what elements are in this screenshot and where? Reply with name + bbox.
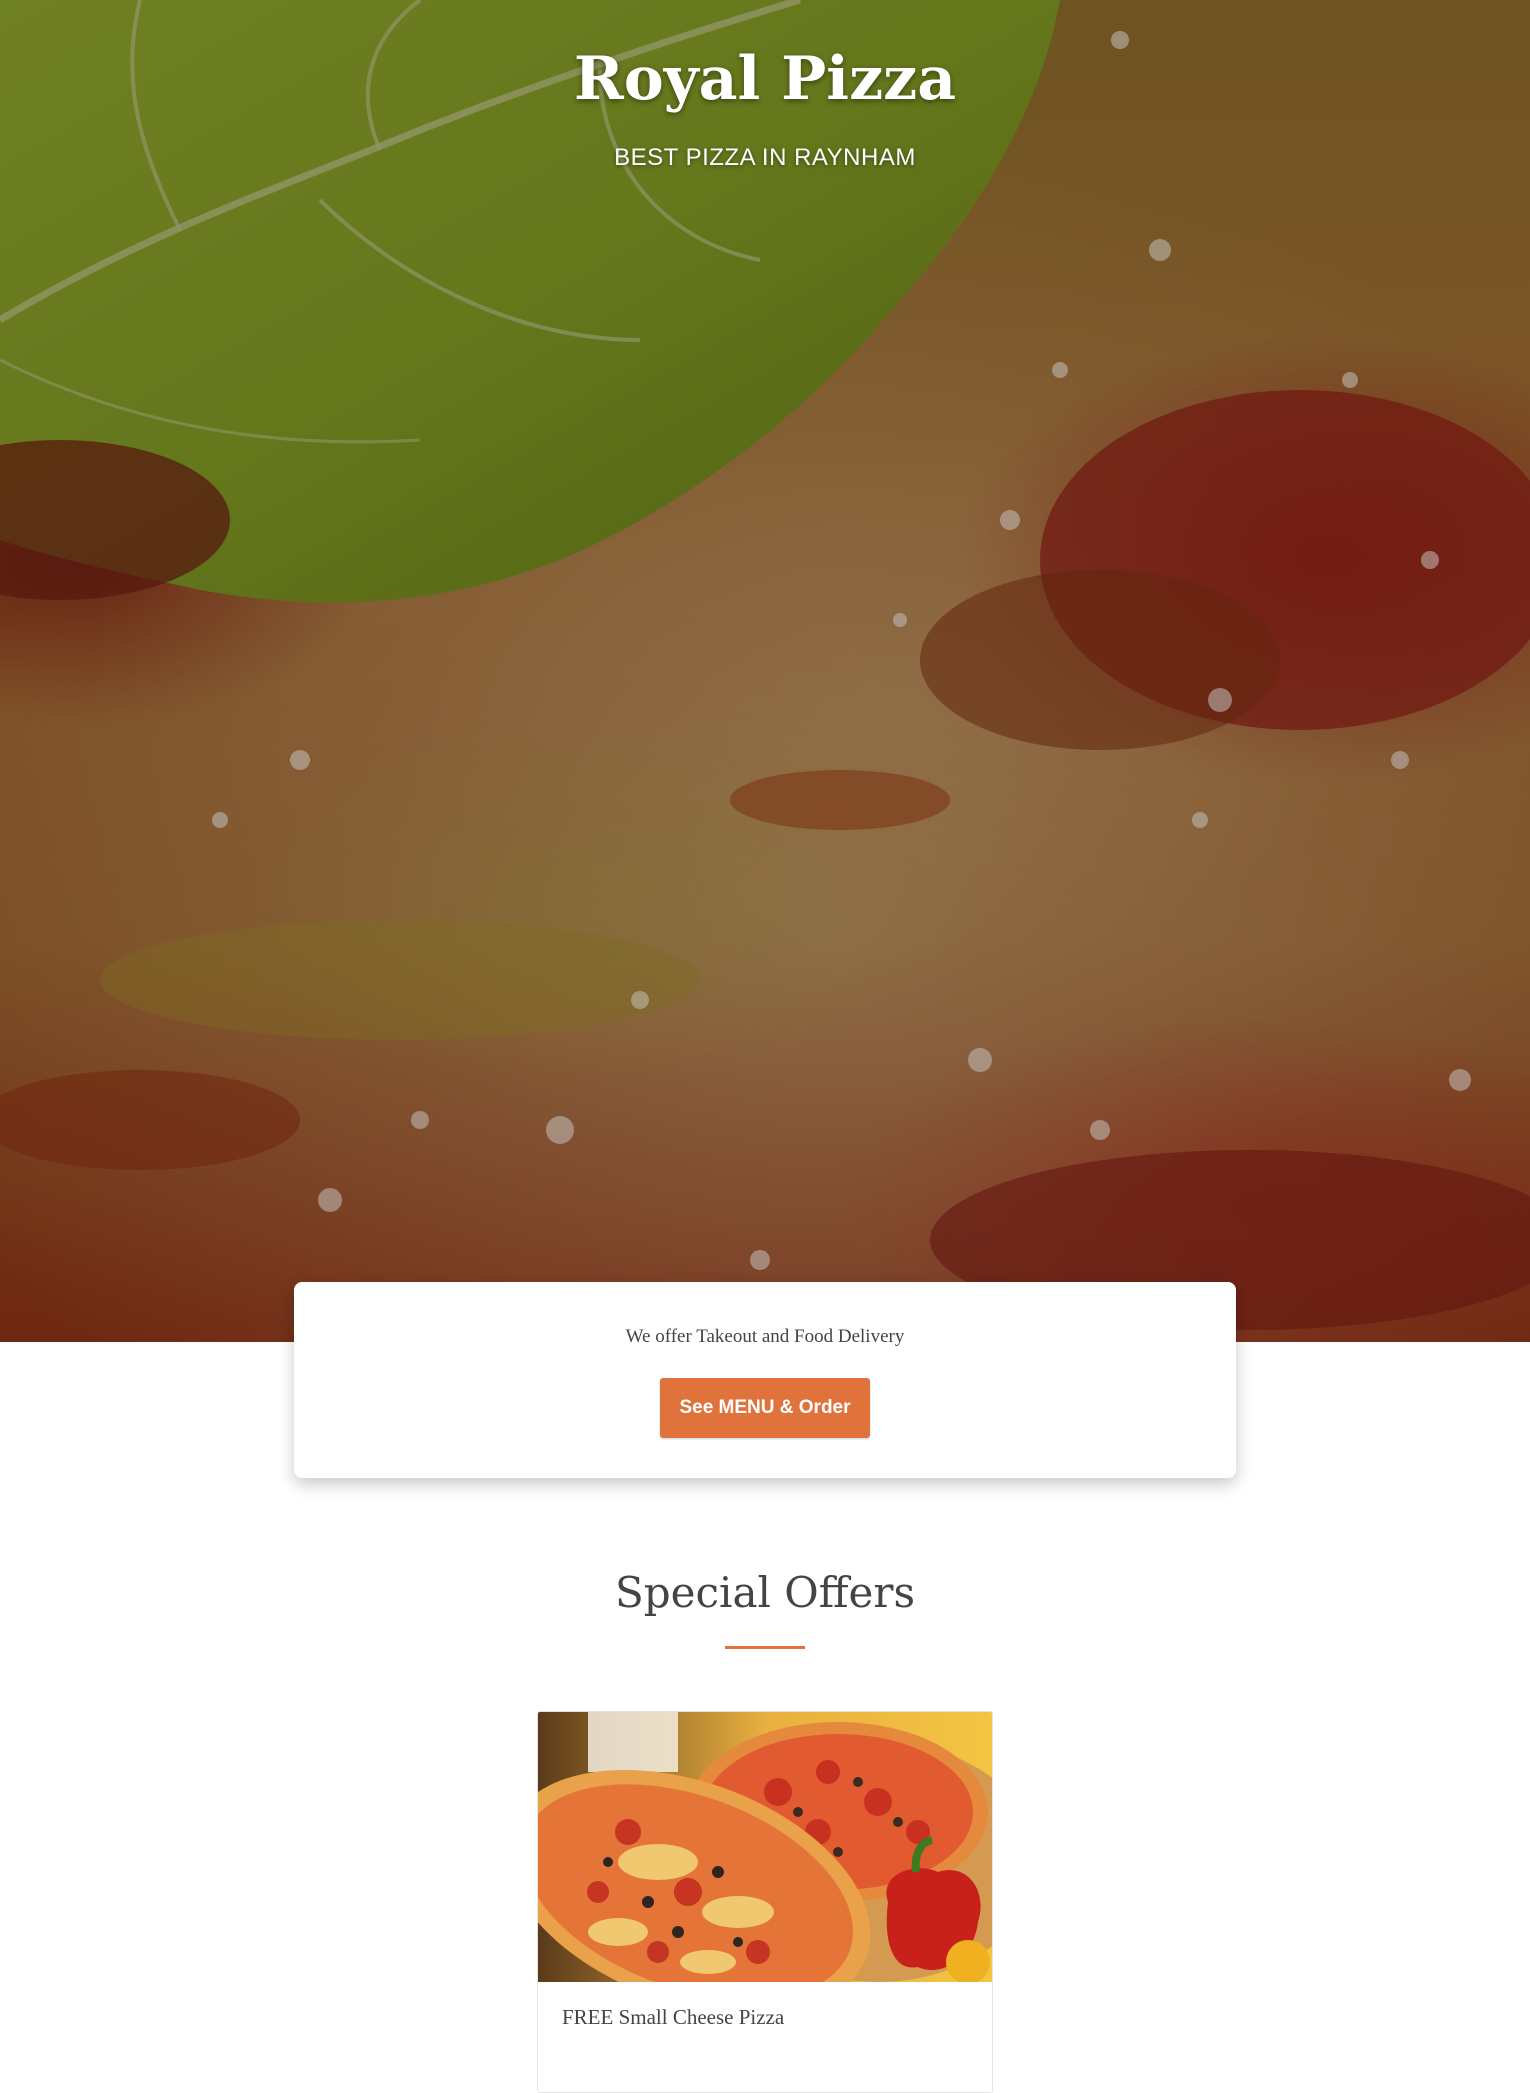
hero-section: Royal Pizza BEST PIZZA IN RAYNHAM bbox=[0, 0, 1530, 1342]
section-divider bbox=[725, 1646, 805, 1649]
offer-card[interactable]: FREE Small Cheese Pizza bbox=[537, 1711, 993, 2093]
see-menu-order-button[interactable]: See MENU & Order bbox=[660, 1378, 870, 1438]
pizza-offer-image bbox=[538, 1712, 992, 1982]
hero-subtitle: BEST PIZZA IN RAYNHAM bbox=[614, 144, 916, 171]
hero-title: Royal Pizza bbox=[573, 44, 957, 114]
order-card: We offer Takeout and Food Delivery See M… bbox=[294, 1282, 1236, 1478]
special-offers-title: Special Offers bbox=[614, 1568, 916, 1617]
order-info-text: We offer Takeout and Food Delivery bbox=[625, 1326, 905, 1347]
offer-title: FREE Small Cheese Pizza bbox=[562, 2005, 785, 2029]
hero-overlay bbox=[0, 0, 1530, 1342]
